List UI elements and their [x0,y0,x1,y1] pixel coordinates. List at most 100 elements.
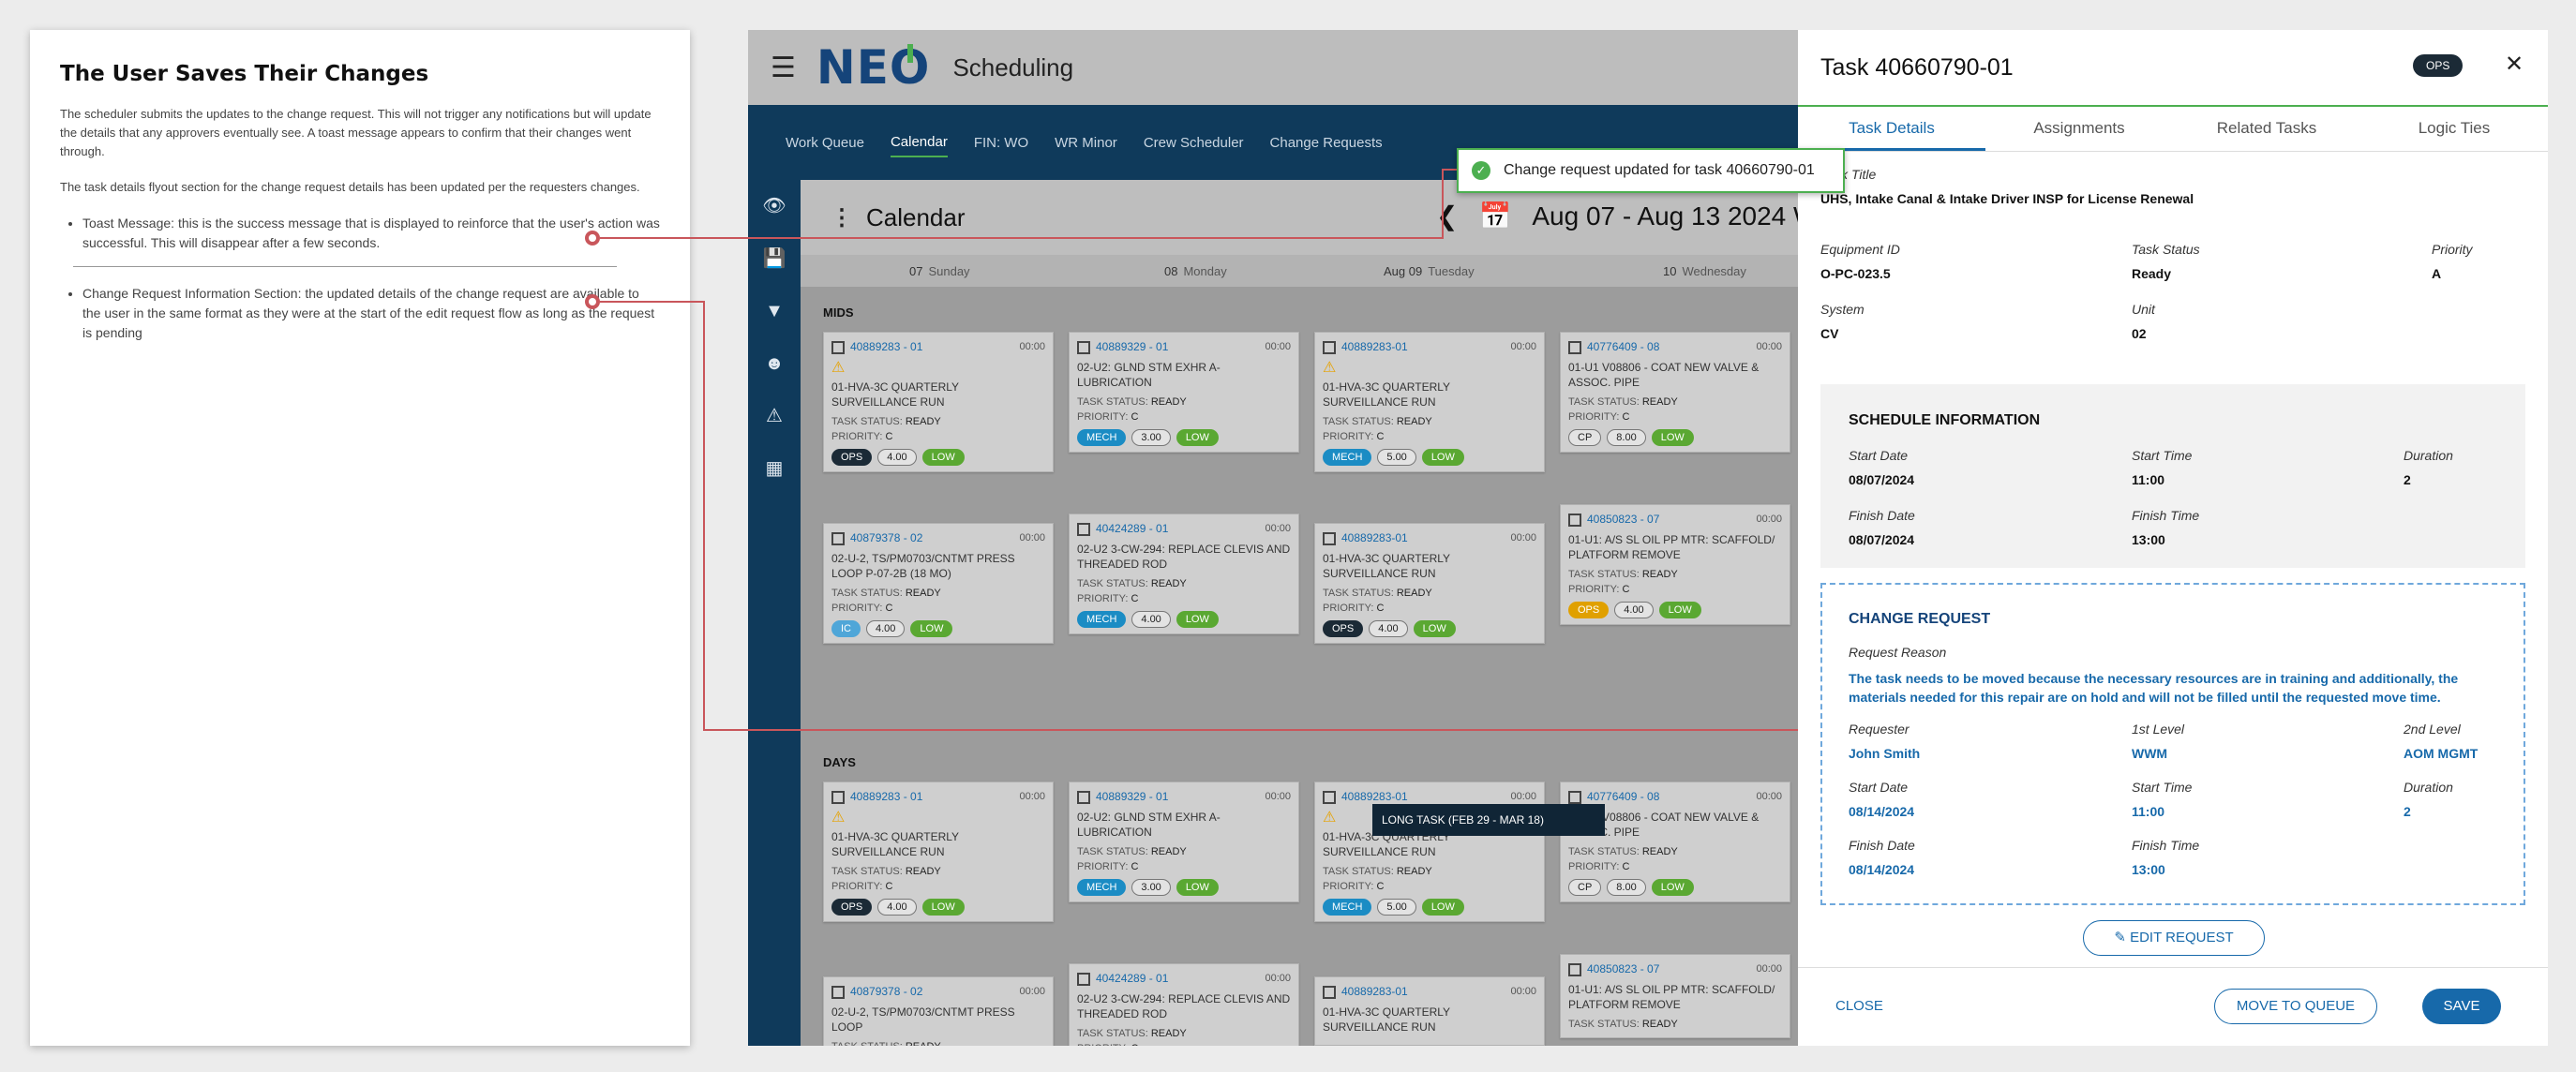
calendar-picker-icon[interactable]: 📅 [1478,201,1511,231]
task-id-link[interactable]: 40424289 - 01 [1096,972,1168,985]
card-checkbox[interactable] [831,985,845,999]
card-checkbox[interactable] [1077,522,1090,536]
save-icon[interactable]: 💾 [748,232,801,285]
task-id-link[interactable]: 40889283-01 [1341,985,1408,998]
task-id-link[interactable]: 40889283-01 [1341,531,1408,544]
nav-wr-minor[interactable]: WR Minor [1055,129,1117,156]
task-id-link[interactable]: 40879378 - 02 [850,531,922,544]
task-id-link[interactable]: 40879378 - 02 [850,985,922,998]
task-id-link[interactable]: 40889283 - 01 [850,790,922,803]
status-label: TASK STATUS: [1568,845,1640,857]
card-checkbox[interactable] [1323,985,1336,999]
nav-crew-scheduler[interactable]: Crew Scheduler [1144,129,1244,156]
close-button[interactable]: CLOSE [1835,998,1883,1014]
task-card[interactable]: 40889283 - 01 00:00 ⚠ 01-HVA-3C QUARTERLY S… [823,782,1054,922]
long-task-bar[interactable]: LONG TASK (FEB 29 - MAR 18) [1372,804,1605,836]
task-card[interactable]: 40850823 - 07 00:00 01-U1: A/S SL OIL PP M… [1560,954,1790,1038]
nav-fin-wo[interactable]: FIN: WO [974,129,1028,156]
edit-request-button[interactable]: ✎ EDIT REQUEST [2083,920,2265,956]
task-card[interactable]: 40879378 - 02 00:00 02-U-2, TS/PM0703/CNTM… [823,976,1054,1046]
card-checkbox[interactable] [1077,790,1090,804]
task-card[interactable]: 40776409 - 0800:0001-U1 V08806 - COAT NE… [1560,332,1790,453]
task-card[interactable]: 40889283 - 01 00:00 ⚠ 01-HVA-3C QUARTERLY S… [823,332,1054,472]
nav-work-queue[interactable]: Work Queue [786,129,864,156]
nav-calendar[interactable]: Calendar [890,128,948,157]
task-status: TASK STATUS: READY [1077,576,1291,591]
task-status: TASK STATUS: READY [1568,844,1782,859]
task-priority: PRIORITY: C [831,879,1045,894]
task-id-link[interactable]: 40424289 - 01 [1096,522,1168,535]
close-icon[interactable]: ✕ [2505,51,2524,78]
task-id-link[interactable]: 40889283-01 [1341,340,1408,353]
card-checkbox[interactable] [831,340,845,354]
warning-icon[interactable]: ⚠ [748,390,801,442]
priority-label: PRIORITY: [831,602,883,614]
card-checkbox[interactable] [1077,972,1090,986]
task-tags: OPS 4.00 LOW [831,448,1045,466]
task-priority: PRIORITY: C [1323,429,1536,444]
card-checkbox[interactable] [831,531,845,545]
card-checkbox[interactable] [1077,340,1090,354]
card-checkbox[interactable] [831,790,845,804]
date-range: Aug 07 - Aug 13 2024 WW [1532,201,1798,231]
card-checkbox[interactable] [1568,790,1581,804]
task-tag: LOW [921,448,965,466]
task-card[interactable]: 40889283-01 00:00 ⚠ 01-HVA-3C QUARTERLY SUR… [1314,332,1545,472]
tab-related-tasks[interactable]: Related Tasks [2173,107,2360,151]
task-status: TASK STATUS: READY [1323,586,1536,601]
task-time: 00:00 [1265,341,1291,353]
card-header: 40889283-01 00:00 [1323,340,1536,354]
status-value: READY [1641,845,1678,857]
eye-icon[interactable]: 👁 [748,180,801,232]
task-card[interactable]: 40889283-01 00:00 ⚠ 01-HVA-3C QUARTERLY SUR… [1314,782,1545,922]
task-card[interactable]: 40889283-01 00:00 01-HVA-3C QUARTERLY SURV… [1314,976,1545,1046]
task-id-link[interactable]: 40889283-01 [1341,790,1408,803]
more-options-icon[interactable]: ⋮ [831,204,853,231]
task-id-link[interactable]: 40850823 - 07 [1587,513,1659,526]
tab-logic-ties[interactable]: Logic Ties [2360,107,2548,151]
task-card[interactable]: 40879378 - 02 00:00 02-U-2, TS/PM0703/CNTM… [823,523,1054,644]
task-card[interactable]: 40424289 - 01 00:00 02-U2 3-CW-294: REPLAC… [1069,963,1299,1046]
task-card[interactable]: 40424289 - 01 00:00 02-U2 3-CW-294: REPLAC… [1069,514,1299,634]
users-icon[interactable]: ☻ [748,337,801,390]
task-description: 01-HVA-3C QUARTERLY SURVEILLANCE RUN [1323,1005,1450,1034]
status-label: TASK STATUS: [1077,1027,1148,1039]
warning-icon: ⚠ [831,359,846,376]
task-id-link[interactable]: 40889329 - 01 [1096,340,1168,353]
task-id-link[interactable]: 40776409 - 08 [1587,790,1659,803]
task-card[interactable]: 40889329 - 01 00:00 02-U2: GLND STM EXHR A… [1069,782,1299,902]
card-checkbox[interactable] [1568,962,1581,976]
save-button[interactable]: SAVE [2422,989,2501,1024]
task-id-link[interactable]: 40776409 - 08 [1587,340,1659,353]
card-checkbox[interactable] [1323,531,1336,545]
task-id-link[interactable]: 40889329 - 01 [1096,790,1168,803]
task-card[interactable]: 40889329 - 01 00:00 02-U2: GLND STM EXHR A… [1069,332,1299,453]
hamburger-menu-icon[interactable]: ☰ [771,52,796,84]
task-tag: OPS [1568,601,1610,618]
task-card[interactable]: 40889283-01 00:00 01-HVA-3C QUARTERLY SURV… [1314,523,1545,644]
task-card[interactable]: 40850823 - 07 00:00 01-U1: A/S SL OIL PP M… [1560,504,1790,625]
task-priority: PRIORITY: C [1077,409,1291,424]
calendar-icon[interactable]: ▦ [748,442,801,495]
tab-assignments[interactable]: Assignments [1985,107,2173,151]
tab-task-details[interactable]: Task Details [1798,107,1985,151]
chevron-left-icon[interactable]: ❮ [1436,201,1458,231]
cr-finish-time-label: Finish Time [2132,838,2200,853]
card-checkbox[interactable] [1323,340,1336,354]
edit-icon: ✎ [2114,930,2126,945]
task-tag: 3.00 [1131,878,1171,896]
task-id-link[interactable]: 40889283 - 01 [850,340,922,353]
task-id-link[interactable]: 40850823 - 07 [1587,962,1659,975]
card-checkbox[interactable] [1568,513,1581,527]
filter-icon[interactable]: ▼ [748,285,801,337]
priority-value: C [1131,860,1139,872]
task-card[interactable]: 40776409 - 0800:0001-U1 V08806 - COAT NE… [1560,782,1790,902]
move-to-queue-button[interactable]: MOVE TO QUEUE [2214,989,2377,1024]
priority-label: Priority [2432,242,2473,257]
task-time: 00:00 [1019,341,1045,353]
card-checkbox[interactable] [1568,340,1581,354]
task-tag: LOW [1176,610,1219,628]
connector-line [703,301,705,731]
card-checkbox[interactable] [1323,790,1336,804]
nav-change-requests[interactable]: Change Requests [1270,129,1383,156]
